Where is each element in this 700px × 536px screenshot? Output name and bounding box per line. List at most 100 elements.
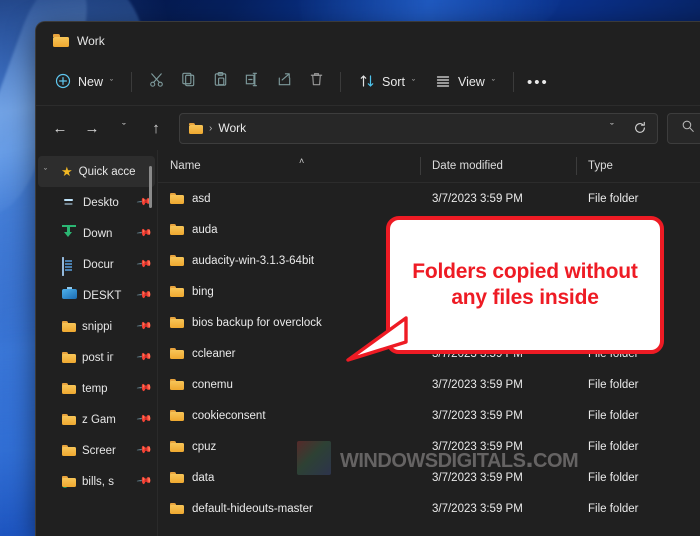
column-header-name[interactable]: Name ˄	[158, 150, 420, 182]
sidebar-item-label: Desktо	[83, 196, 119, 209]
share-icon	[276, 71, 293, 93]
file-name-label: cookieconsent	[192, 409, 266, 422]
table-row[interactable]: cookieconsent 3/7/2023 3:59 PM File folder	[158, 400, 700, 431]
file-type-cell: File folder	[588, 285, 639, 298]
chevron-down-icon: ˇ	[44, 166, 47, 177]
sidebar-item-this-pc[interactable]: DESKT 📌	[38, 280, 155, 311]
view-button[interactable]: View ˇ	[426, 66, 504, 98]
file-name-cell: bing	[158, 286, 420, 298]
file-date-cell: 3/7/2023 3:59 PM	[432, 378, 523, 391]
share-button[interactable]	[269, 67, 299, 97]
address-dropdown-button[interactable]: ˇ	[599, 115, 625, 141]
sidebar-item-label: DESKT	[83, 289, 122, 302]
delete-button[interactable]	[301, 67, 331, 97]
table-row[interactable]: data 3/7/2023 3:59 PM File folder	[158, 462, 700, 493]
table-row[interactable]: conemu 3/7/2023 3:59 PM File folder	[158, 369, 700, 400]
table-row[interactable]: asd 3/7/2023 3:59 PM File folder	[158, 183, 700, 214]
new-button-label: New	[78, 75, 104, 89]
file-type-cell: File folder	[588, 378, 639, 391]
table-row[interactable]: audacity-win-3.1.3-64bit 3/7/2023 3:59 PM…	[158, 245, 700, 276]
desktop-background: Work New ˇ Sort ˇ View ˇ ••• ← → ˇ ↑ › W…	[0, 0, 700, 536]
folder-icon	[62, 321, 76, 332]
sidebar-item-post-ir[interactable]: post iг 📌	[38, 342, 155, 373]
sidebar-item-bills-s[interactable]: bills, s 📌	[38, 466, 155, 497]
sort-button[interactable]: Sort ˇ	[350, 66, 424, 98]
table-row[interactable]: cpuz 3/7/2023 3:59 PM File folder	[158, 431, 700, 462]
folder-icon	[53, 34, 69, 47]
list-lines-icon	[435, 73, 451, 92]
file-list-rows: asd 3/7/2023 3:59 PM File folder auda 3/7/20…	[158, 183, 700, 524]
pin-icon: 📌	[135, 287, 153, 304]
refresh-button[interactable]	[627, 115, 653, 141]
file-type-cell: File folder	[588, 502, 639, 515]
column-header-label: Name	[170, 160, 201, 172]
search-input[interactable]	[667, 112, 700, 144]
folder-icon	[170, 193, 184, 204]
sidebar-item-screer[interactable]: Screer 📌	[38, 435, 155, 466]
column-header-date-modified[interactable]: Date modified	[420, 150, 576, 182]
table-row[interactable]: bios backup for overclock 3/7/2023 3:59 P…	[158, 307, 700, 338]
toolbar-divider	[512, 72, 514, 92]
sidebar-item-quick-access[interactable]: ˇ ★ Quick acce	[38, 156, 155, 187]
recent-locations-button[interactable]: ˇ	[109, 113, 139, 143]
sidebar-item-temp[interactable]: temp 📌	[38, 373, 155, 404]
table-row[interactable]: auda 3/7/2023 3:59 PM File folder	[158, 214, 700, 245]
table-row[interactable]: bing 3/7/2023 3:59 PM File folder	[158, 276, 700, 307]
copy-button[interactable]	[173, 67, 203, 97]
breadcrumb-item-work[interactable]: Work	[218, 121, 246, 135]
column-header-type[interactable]: Type	[576, 150, 700, 182]
file-type-cell: File folder	[588, 316, 639, 329]
folder-icon	[170, 441, 184, 452]
folder-icon	[62, 445, 76, 456]
file-list: Name ˄ Date modified Type asd 3/7/2023 3:…	[158, 150, 700, 536]
chevron-down-icon: ˇ	[411, 77, 415, 88]
file-date-cell: 3/7/2023 3:59 PM	[432, 192, 523, 205]
file-date-cell: 3/7/2023 3:59 PM	[432, 409, 523, 422]
sidebar-item-z-gam[interactable]: z Gam 📌	[38, 404, 155, 435]
file-date-cell: 3/7/2023 3:59 PM	[432, 223, 523, 236]
address-bar[interactable]: › Work ˇ	[179, 112, 658, 144]
cut-button[interactable]	[141, 67, 171, 97]
sidebar-scrollbar[interactable]	[149, 166, 152, 208]
rename-button[interactable]	[237, 67, 267, 97]
sidebar-item-documents[interactable]: Docur 📌	[38, 249, 155, 280]
folder-icon	[170, 286, 184, 297]
breadcrumb[interactable]: › Work	[189, 121, 593, 135]
paste-button[interactable]	[205, 67, 235, 97]
file-date-cell: 3/7/2023 3:59 PM	[432, 471, 523, 484]
navigation-pane[interactable]: ˇ ★ Quick acce Desktо 📌 Down 📌 Docur 📌 D…	[36, 150, 158, 536]
pin-icon: 📌	[135, 380, 153, 397]
up-button[interactable]: ↑	[141, 113, 171, 143]
table-row[interactable]: ccleaner 3/7/2023 3:59 PM File folder	[158, 338, 700, 369]
sidebar-item-downloads[interactable]: Down 📌	[38, 218, 155, 249]
new-button[interactable]: New ˇ	[46, 66, 122, 98]
back-button[interactable]: ←	[45, 113, 75, 143]
table-row[interactable]: default-hideouts-master 3/7/2023 3:59 PM F…	[158, 493, 700, 524]
file-name-label: asd	[192, 192, 211, 205]
sidebar-item-label: Screer	[82, 444, 116, 457]
sidebar-item-label: Docur	[83, 258, 114, 271]
trash-icon	[308, 71, 325, 93]
sidebar-item-label: temp	[82, 382, 108, 395]
folder-icon	[170, 348, 184, 359]
folder-icon	[189, 122, 203, 134]
file-type-cell: File folder	[588, 347, 639, 360]
see-more-button[interactable]: •••	[523, 67, 553, 97]
file-date-cell: 3/7/2023 3:59 PM	[432, 502, 523, 515]
file-type-cell: File folder	[588, 409, 639, 422]
folder-icon	[170, 255, 184, 266]
ellipsis-icon: •••	[526, 73, 549, 91]
folder-sync-icon	[61, 476, 76, 489]
folder-icon	[170, 503, 184, 514]
sidebar-item-label: post iг	[82, 351, 114, 364]
forward-button[interactable]: →	[77, 113, 107, 143]
sidebar-item-desktop[interactable]: Desktо 📌	[38, 187, 155, 218]
sidebar-item-snippi[interactable]: snippi 📌	[38, 311, 155, 342]
copy-icon	[180, 71, 197, 93]
explorer-tab-work[interactable]: Work	[45, 26, 117, 56]
file-type-cell: File folder	[588, 440, 639, 453]
file-date-cell: 3/7/2023 3:59 PM	[432, 285, 523, 298]
pin-icon: 📌	[135, 473, 153, 490]
file-date-cell: 3/7/2023 3:59 PM	[432, 316, 523, 329]
sidebar-item-label: Down	[83, 227, 113, 240]
